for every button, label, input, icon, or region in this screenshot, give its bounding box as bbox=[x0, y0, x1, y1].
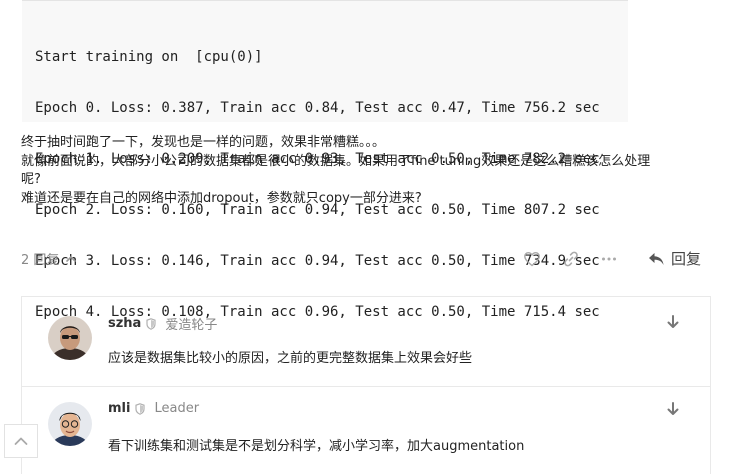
username[interactable]: mli bbox=[108, 401, 130, 416]
link-icon[interactable] bbox=[562, 250, 580, 268]
reply-text: 应该是数据集比较小的原因，之前的更完整数据集上效果会好些 bbox=[108, 351, 473, 366]
user-title: Leader bbox=[154, 401, 200, 416]
reply-button-label: 回复 bbox=[671, 250, 702, 268]
code-block: Start training on [cpu(0)] Epoch 0. Loss… bbox=[22, 0, 628, 320]
reply-meta: mli Leader bbox=[108, 401, 199, 416]
reply-text: 看下训练集和测试集是不是划分科学，减小学习率，加大augmentation bbox=[108, 439, 525, 454]
reply-arrow-icon bbox=[649, 252, 664, 265]
post-body: 终于抽时间跑了一下，发现也是一样的问题，效果非常糟糕。。。 就像前面说的，大部分… bbox=[21, 134, 711, 208]
reply-item: mli Leader 看下训练集和测试集是不是划分科学，减小学习率，加大augm… bbox=[22, 387, 710, 474]
post-paragraph: 呢? bbox=[21, 172, 41, 187]
username[interactable]: szha bbox=[108, 316, 141, 331]
reply-count-label: 2 回复 bbox=[21, 253, 60, 268]
expand-reply-icon[interactable] bbox=[665, 314, 681, 330]
avatar[interactable] bbox=[48, 402, 92, 446]
avatar-image bbox=[48, 402, 92, 446]
user-title: 爱造轮子 bbox=[165, 318, 218, 333]
shield-icon bbox=[146, 317, 156, 330]
chevron-up-icon bbox=[14, 437, 28, 445]
heart-icon[interactable] bbox=[523, 250, 541, 268]
shield-icon bbox=[135, 402, 146, 415]
reply-meta: szha 爱造轮子 bbox=[108, 314, 217, 333]
toggle-replies-button[interactable]: 2 回复 bbox=[21, 249, 77, 268]
code-line: Epoch 3. Loss: 0.146, Train acc 0.94, Te… bbox=[35, 253, 600, 269]
avatar-image bbox=[48, 316, 92, 360]
post-paragraph: 就像前面说的，大部分小公司的数据集都是很小的数据集。如果用了fine tunin… bbox=[21, 153, 651, 169]
reply-button[interactable]: 回复 bbox=[647, 248, 701, 269]
reply-item: szha 爱造轮子 应该是数据集比较小的原因，之前的更完整数据集上效果会好些 bbox=[22, 297, 710, 387]
code-line: Start training on [cpu(0)] bbox=[35, 49, 263, 65]
avatar[interactable] bbox=[48, 316, 92, 360]
more-icon[interactable] bbox=[600, 250, 618, 268]
back-to-top-button[interactable] bbox=[4, 424, 38, 458]
post-paragraph: 难道还是要在自己的网络中添加dropout，参数就只copy一部分进来? bbox=[21, 190, 422, 206]
replies-list: szha 爱造轮子 应该是数据集比较小的原因，之前的更完整数据集上效果会好些 m… bbox=[21, 296, 711, 474]
code-line: Epoch 0. Loss: 0.387, Train acc 0.84, Te… bbox=[35, 100, 600, 116]
expand-reply-icon[interactable] bbox=[665, 401, 681, 417]
post-paragraph: 终于抽时间跑了一下，发现也是一样的问题，效果非常糟糕。。。 bbox=[21, 135, 386, 150]
chevron-up-icon bbox=[66, 255, 77, 262]
